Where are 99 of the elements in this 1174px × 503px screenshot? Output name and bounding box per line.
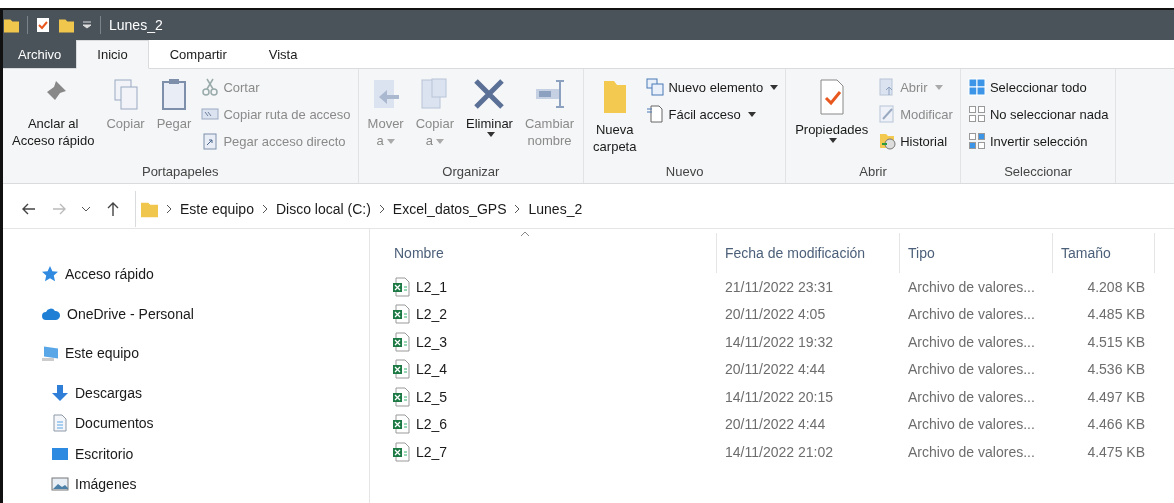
column-header[interactable]: Tamaño xyxy=(1053,233,1155,273)
ribbon-button[interactable]: Invertir selección xyxy=(964,129,1112,153)
table-cell-text: 4.485 KB xyxy=(1086,306,1146,323)
nav-item[interactable]: Documentos xyxy=(3,408,369,439)
breadcrumb-item[interactable]: Este equipo xyxy=(180,201,254,217)
chevron-right-icon xyxy=(514,204,521,214)
computer-icon xyxy=(41,344,59,363)
table-cell-text: Archivo de valores... xyxy=(907,333,1036,350)
properties-icon xyxy=(36,17,50,33)
scissors-icon xyxy=(201,78,220,96)
nav-item[interactable]: Escritorio xyxy=(3,438,369,469)
ribbon-button[interactable]: Historial xyxy=(875,129,956,153)
sort-ascending-icon xyxy=(520,231,530,237)
group-label: Nuevo xyxy=(664,163,705,181)
group-label: Organizar xyxy=(441,163,501,181)
file-name[interactable]: L2_1 xyxy=(370,276,717,297)
ribbon-tab[interactable]: Inicio xyxy=(76,40,149,69)
table-cell-text: 4.497 KB xyxy=(1086,388,1146,405)
file-menu-tab[interactable]: Archivo xyxy=(3,40,77,68)
column-header[interactable]: Fecha de modificación xyxy=(717,233,900,273)
breadcrumb-item[interactable]: Excel_datos_GPS xyxy=(392,201,507,217)
file-name[interactable]: L2_5 xyxy=(370,386,717,407)
file-name[interactable]: L2_2 xyxy=(370,304,717,325)
ribbon-button[interactable]: Nuevo elemento xyxy=(643,75,782,99)
group-label: Portapapeles xyxy=(140,163,220,181)
file-name[interactable]: L2_4 xyxy=(370,359,717,380)
spreadsheet-file-icon xyxy=(392,414,410,435)
table-cell-text: 20/11/2022 4:44 xyxy=(724,361,827,378)
spreadsheet-file-icon xyxy=(392,331,410,352)
chevron-right-icon xyxy=(378,204,385,214)
ribbon-button[interactable]: Anclar al Acceso rápido xyxy=(7,73,100,161)
nav-item[interactable]: Descargas xyxy=(3,377,369,408)
delete-icon xyxy=(472,77,507,111)
ribbon-button[interactable]: Nueva carpeta xyxy=(588,73,642,161)
table-cell-text: Archivo de valores... xyxy=(907,416,1036,433)
table-cell-text: 14/11/2022 19:32 xyxy=(724,333,834,350)
path-icon xyxy=(201,105,220,123)
table-cell-text: 14/11/2022 20:15 xyxy=(724,388,834,405)
back-icon[interactable] xyxy=(21,201,37,217)
select-none-icon xyxy=(967,105,986,123)
table-cell-text: Archivo de valores... xyxy=(907,443,1036,460)
column-header[interactable]: Tipo xyxy=(900,233,1053,273)
table-cell-text: 14/11/2022 21:02 xyxy=(724,443,834,460)
table-cell-text: 4.475 KB xyxy=(1086,443,1146,460)
breadcrumb-item[interactable]: Lunes_2 xyxy=(528,201,583,217)
history-icon xyxy=(878,132,897,150)
star-icon xyxy=(41,265,59,284)
invert-selection-icon xyxy=(967,132,986,150)
table-cell-text: 4.515 KB xyxy=(1086,333,1146,350)
table-cell-text: 4.466 KB xyxy=(1086,416,1146,433)
column-header[interactable]: Nombre xyxy=(370,233,717,273)
table-cell-text: 4.208 KB xyxy=(1086,278,1146,295)
group-label: Seleccionar xyxy=(1003,163,1074,181)
nav-item[interactable]: Este equipo xyxy=(3,338,369,369)
ribbon-button[interactable]: Propiedades xyxy=(790,73,874,161)
table-cell-text: Archivo de valores... xyxy=(907,361,1036,378)
document-icon xyxy=(51,414,69,433)
ribbon-button[interactable]: Fácil acceso xyxy=(643,102,782,126)
file-name[interactable]: L2_7 xyxy=(370,441,717,462)
edit-icon xyxy=(878,105,897,123)
folder-icon xyxy=(3,17,19,33)
shortcut-icon xyxy=(201,132,220,150)
easy-access-icon xyxy=(646,105,665,123)
spreadsheet-file-icon xyxy=(392,304,410,325)
select-all-icon xyxy=(967,78,986,96)
up-icon[interactable] xyxy=(105,201,121,217)
window-title: Lunes_2 xyxy=(109,17,163,33)
folder-icon xyxy=(140,200,158,218)
group-label: Abrir xyxy=(858,163,888,181)
chevron-down-icon[interactable] xyxy=(81,205,91,213)
nav-item[interactable]: OneDrive - Personal xyxy=(3,298,369,329)
new-item-icon xyxy=(646,78,665,96)
chevron-right-icon xyxy=(166,204,172,214)
ribbon-button[interactable]: Seleccionar todo xyxy=(964,75,1112,99)
table-cell-text: 20/11/2022 4:05 xyxy=(724,306,827,323)
table-cell-text: 4.536 KB xyxy=(1086,361,1146,378)
image-icon xyxy=(51,475,69,494)
address-field[interactable]: Este equipo Disco local (C:) Excel_datos_GPS Lunes_2 xyxy=(135,191,1174,227)
ribbon-button[interactable]: Eliminar xyxy=(461,73,518,161)
file-name[interactable]: L2_3 xyxy=(370,331,717,352)
spreadsheet-file-icon xyxy=(392,386,410,407)
file-name[interactable]: L2_6 xyxy=(370,414,717,435)
chevron-right-icon xyxy=(261,204,268,214)
table-cell-text: Archivo de valores... xyxy=(907,278,1036,295)
breadcrumb-item[interactable]: Disco local (C:) xyxy=(275,201,371,217)
spreadsheet-file-icon xyxy=(392,359,410,380)
download-icon xyxy=(51,383,69,402)
cloud-icon xyxy=(41,306,61,321)
nav-item[interactable]: Acceso rápido xyxy=(3,259,369,290)
table-cell-text: 20/11/2022 4:44 xyxy=(724,416,827,433)
ribbon-button[interactable]: No seleccionar nada xyxy=(964,102,1112,126)
table-cell-text: Archivo de valores... xyxy=(907,306,1036,323)
table-cell-text: 21/11/2022 23:31 xyxy=(724,278,834,295)
spreadsheet-file-icon xyxy=(392,276,410,297)
folder-icon xyxy=(58,17,74,33)
table-cell-text: Archivo de valores... xyxy=(907,388,1036,405)
customize-dropdown-icon xyxy=(82,21,92,29)
nav-item[interactable]: Imágenes xyxy=(3,469,369,500)
spreadsheet-file-icon xyxy=(392,441,410,462)
